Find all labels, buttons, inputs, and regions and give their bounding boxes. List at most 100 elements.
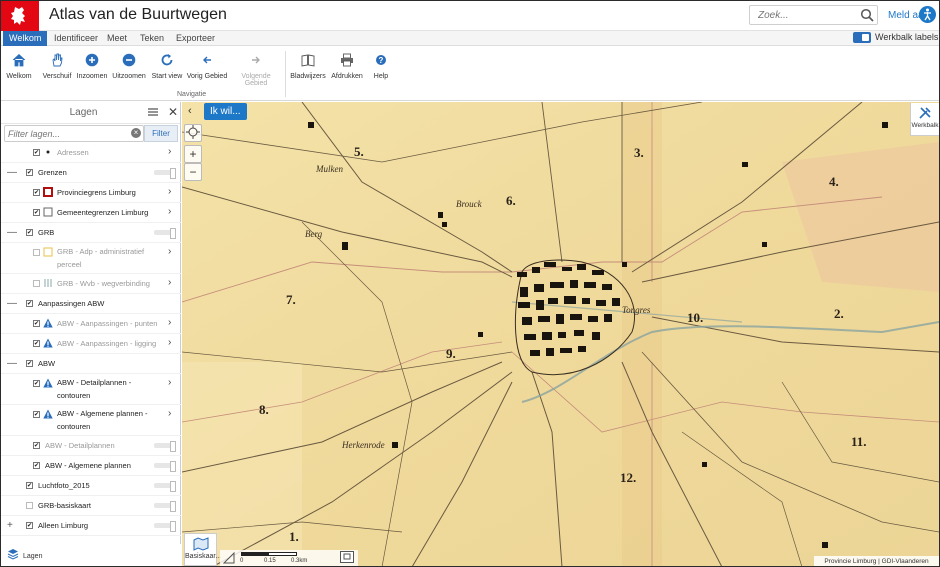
layer-row[interactable]: ABW - Detailplannen <box>1 436 181 456</box>
map-zoom-in-button[interactable]: + <box>184 145 202 163</box>
layer-checkbox[interactable] <box>33 411 40 418</box>
zoom-in-icon <box>85 53 99 67</box>
chevron-right-icon[interactable]: › <box>168 317 171 328</box>
layer-label: ABW <box>38 359 56 368</box>
map-view[interactable]: 5. 3. 6. 4. 7. 2. 10. 9. 8. 11. 12. 1. M… <box>182 102 939 566</box>
layer-checkbox[interactable] <box>26 360 33 367</box>
bladwijzers-button[interactable]: Bladwijzers <box>286 53 330 80</box>
layer-checkbox[interactable] <box>26 502 33 509</box>
layer-checkbox[interactable] <box>33 462 40 469</box>
layer-row[interactable]: ABW - Aanpassingen - ligging › <box>1 334 181 354</box>
volgende-gebied-button[interactable]: Volgende Gebied <box>234 53 278 87</box>
layer-row[interactable]: Luchtfoto_2015 <box>1 476 181 496</box>
tab-welkom[interactable]: Welkom <box>3 31 48 46</box>
layers-tab-label[interactable]: Lagen <box>23 553 42 560</box>
basiskaart-button[interactable]: Basiskaar... <box>184 533 221 566</box>
layer-checkbox[interactable] <box>33 340 40 347</box>
tab-teken[interactable]: Teken <box>134 31 170 46</box>
tab-meet[interactable]: Meet <box>101 31 133 46</box>
search-box[interactable] <box>749 5 878 25</box>
clear-filter-icon[interactable]: × <box>131 128 141 138</box>
tab-exporteer[interactable]: Exporteer <box>170 31 221 46</box>
layer-row[interactable]: — GRB <box>1 223 181 243</box>
layer-checkbox[interactable] <box>26 229 33 236</box>
start-view-button[interactable]: Start view <box>145 53 189 80</box>
accessibility-icon[interactable] <box>919 6 936 23</box>
close-icon[interactable]: ✕ <box>168 105 178 119</box>
chevron-right-icon[interactable]: › <box>168 377 171 388</box>
collapse-icon[interactable]: — <box>7 358 17 369</box>
ik-wil-button[interactable]: Ik wil... <box>204 103 247 120</box>
scale-tick: 0.3km <box>291 558 308 564</box>
layers-icon[interactable] <box>7 548 19 560</box>
layer-label: ABW - Aanpassingen - punten <box>57 319 158 328</box>
layer-row[interactable]: ABW - Algemene plannen - contouren › <box>1 405 181 436</box>
layer-label: ABW - Detailplannen <box>45 441 115 450</box>
layer-row[interactable]: GRB-basiskaart <box>1 496 181 516</box>
filter-input[interactable] <box>4 125 144 142</box>
layer-row[interactable]: ABW - Detailplannen - contouren › <box>1 374 181 405</box>
layer-checkbox[interactable] <box>26 482 33 489</box>
layer-checkbox[interactable] <box>26 169 33 176</box>
opacity-slider[interactable] <box>154 501 176 512</box>
expand-icon[interactable]: + <box>7 520 13 531</box>
werkbalk-button[interactable]: Werkbalk <box>910 103 939 136</box>
search-input[interactable] <box>750 6 854 24</box>
arrow-right-icon <box>252 56 260 64</box>
toggle-switch[interactable] <box>853 32 871 44</box>
layer-checkbox[interactable] <box>26 300 33 307</box>
layer-checkbox[interactable] <box>33 280 40 287</box>
basiskaart-label: Basiskaar... <box>185 553 222 560</box>
menu-icon[interactable] <box>148 108 158 116</box>
layer-checkbox[interactable] <box>26 522 33 529</box>
red-boundary-legend-icon <box>43 187 53 197</box>
chevron-right-icon[interactable]: › <box>168 206 171 217</box>
layer-row[interactable]: — Aanpassingen ABW <box>1 294 181 314</box>
layer-row[interactable]: GRB - Adp - administratief perceel › <box>1 243 181 274</box>
layer-label: Aanpassingen ABW <box>38 299 105 308</box>
chevron-right-icon[interactable]: › <box>168 246 171 257</box>
werkbalk-labels-toggle[interactable]: Werkbalk labels <box>853 32 938 44</box>
chevron-right-icon[interactable]: › <box>168 337 171 348</box>
chevron-right-icon[interactable]: › <box>168 146 171 157</box>
layer-checkbox[interactable] <box>33 249 40 256</box>
layer-checkbox[interactable] <box>33 442 40 449</box>
locate-button[interactable] <box>184 124 202 142</box>
layer-row[interactable]: ABW - Algemene plannen <box>1 456 181 476</box>
opacity-slider[interactable] <box>154 461 176 472</box>
opacity-slider[interactable] <box>154 168 176 179</box>
tab-identificeer[interactable]: Identificeer <box>48 31 104 46</box>
chevron-right-icon[interactable]: › <box>168 408 171 419</box>
search-icon[interactable] <box>860 8 874 22</box>
overview-map-icon[interactable] <box>340 551 354 563</box>
limburg-logo[interactable] <box>1 1 39 31</box>
opacity-slider[interactable] <box>154 228 176 239</box>
opacity-slider[interactable] <box>154 441 176 452</box>
layer-checkbox[interactable] <box>33 209 40 216</box>
collapse-icon[interactable]: — <box>7 167 17 178</box>
layer-row[interactable]: — ABW <box>1 354 181 374</box>
layer-row[interactable]: GRB - Wvb - wegverbinding › <box>1 274 181 294</box>
layer-row[interactable]: Provinciegrens Limburg › <box>1 183 181 203</box>
layer-row[interactable]: Gemeentegrenzen Limburg › <box>1 203 181 223</box>
collapse-panel-icon[interactable]: ‹ <box>188 105 192 117</box>
layer-checkbox[interactable] <box>33 320 40 327</box>
ruler-icon[interactable] <box>223 552 235 564</box>
collapse-icon[interactable]: — <box>7 298 17 309</box>
map-zoom-out-button[interactable]: − <box>184 163 202 181</box>
opacity-slider[interactable] <box>154 481 176 492</box>
collapse-icon[interactable]: — <box>7 227 17 238</box>
layer-checkbox[interactable] <box>33 149 40 156</box>
chevron-right-icon[interactable]: › <box>168 277 171 288</box>
layer-checkbox[interactable] <box>33 380 40 387</box>
opacity-slider[interactable] <box>154 521 176 532</box>
layer-row[interactable]: ABW - Aanpassingen - punten › <box>1 314 181 334</box>
chevron-right-icon[interactable]: › <box>168 186 171 197</box>
vorig-gebied-button[interactable]: Vorig Gebied <box>185 53 229 80</box>
layer-row[interactable]: Adressen › <box>1 143 181 163</box>
layer-checkbox[interactable] <box>33 189 40 196</box>
help-button[interactable]: ? Help <box>359 53 403 80</box>
layer-row[interactable]: + Alleen Limburg <box>1 516 181 536</box>
layer-row[interactable]: — Grenzen <box>1 163 181 183</box>
filter-button[interactable]: Filter <box>144 125 178 142</box>
